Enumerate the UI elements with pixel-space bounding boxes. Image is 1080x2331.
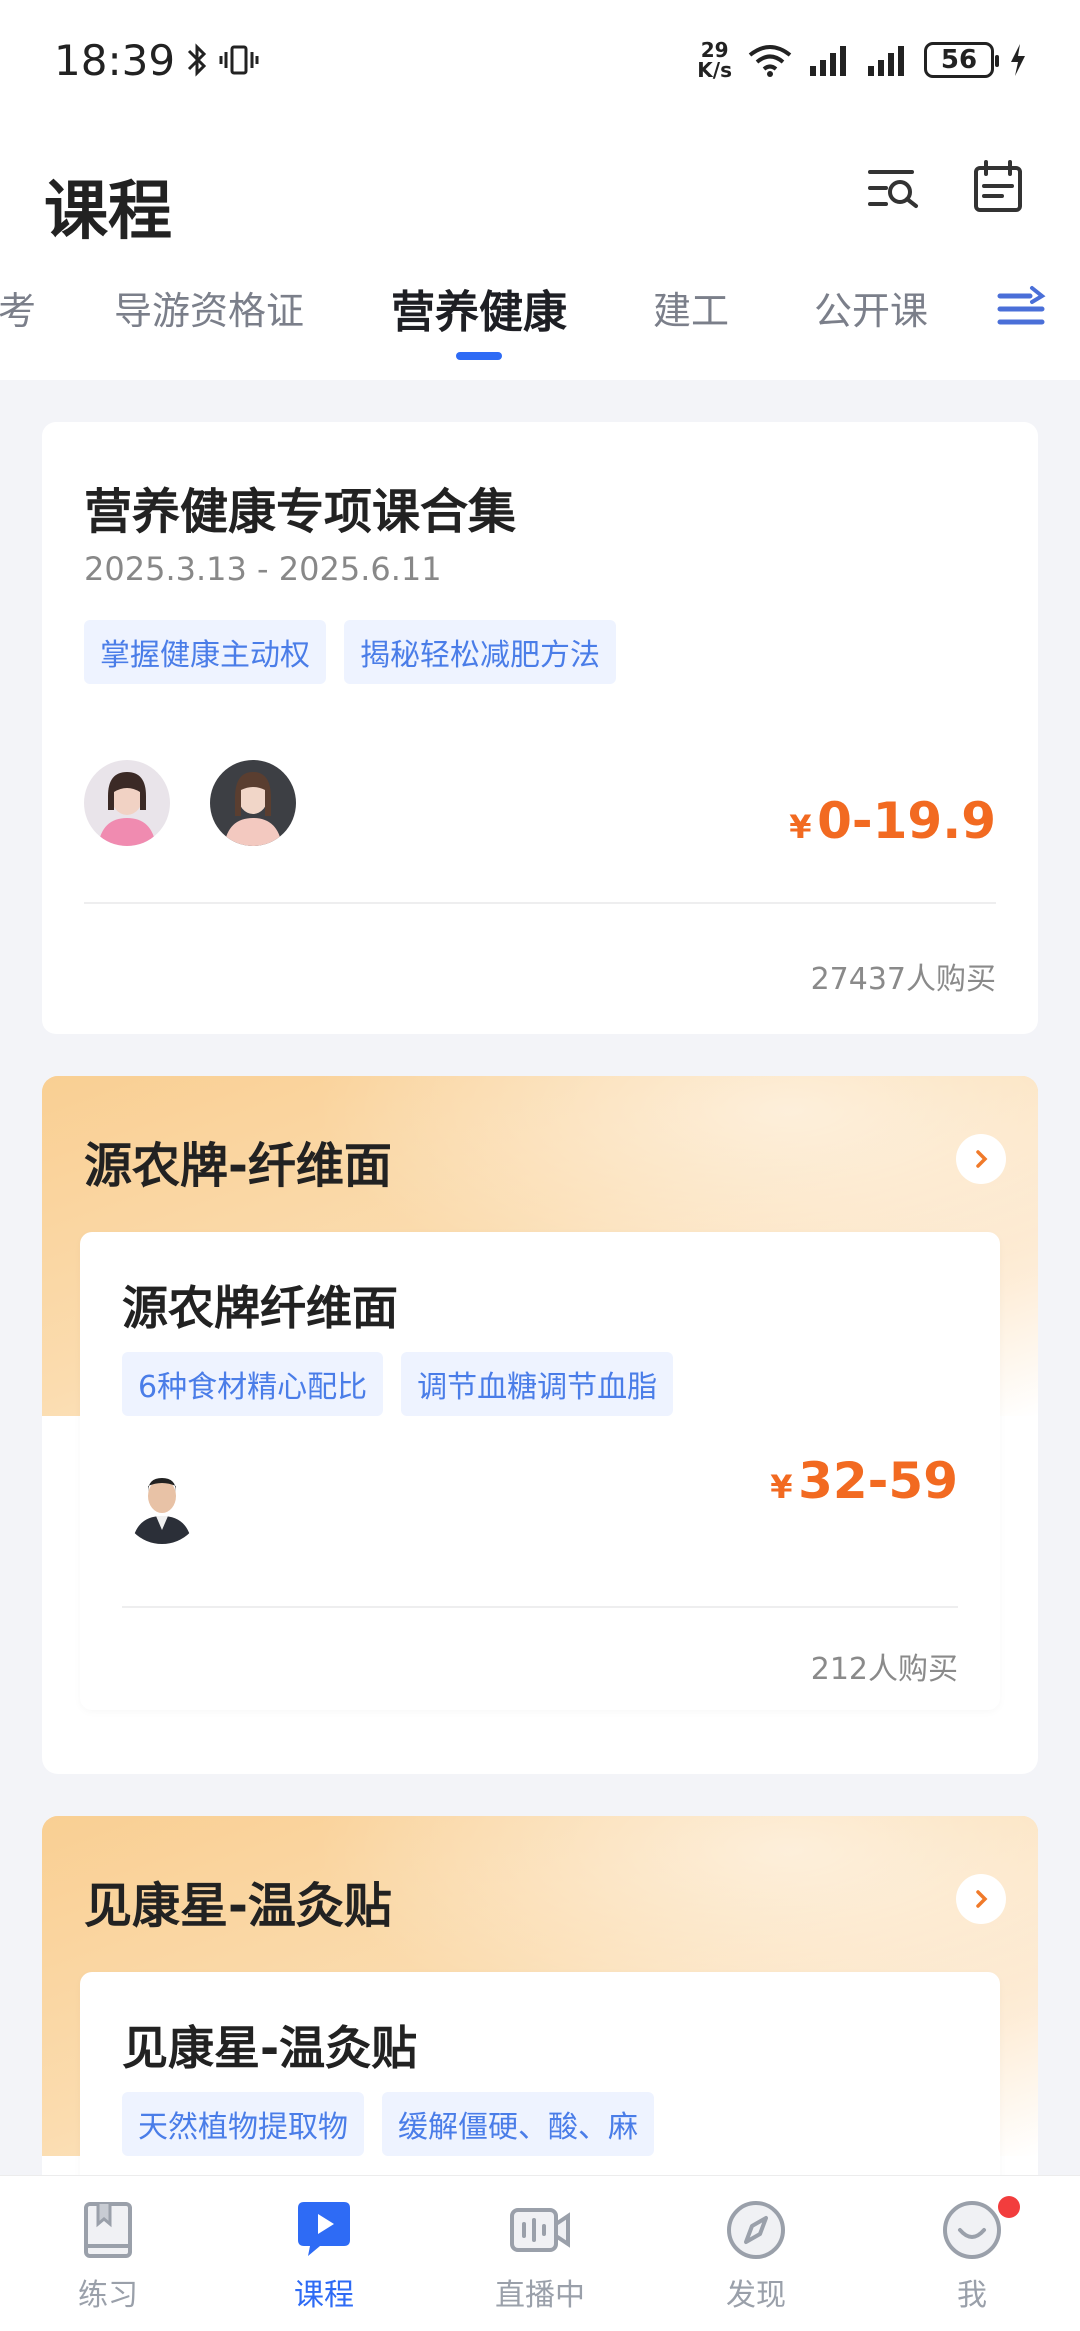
buyer-count: 27437人购买	[810, 962, 996, 997]
nav-label: 直播中	[495, 2278, 585, 2313]
product-card[interactable]: 源农牌纤维面 6种食材精心配比 调节血糖调节血脂 ¥ 32-59 212人购买	[80, 1232, 1000, 1710]
product-tags: 6种食材精心配比 调节血糖调节血脂	[122, 1352, 674, 1416]
nav-label: 发现	[726, 2278, 786, 2313]
compass-icon	[727, 2201, 785, 2259]
product-price: ¥ 32-59	[770, 1452, 958, 1510]
bluetooth-icon	[187, 43, 207, 77]
price-symbol: ¥	[789, 808, 812, 846]
product-tag: 6种食材精心配比	[122, 1352, 384, 1416]
profile-icon	[943, 2201, 1001, 2259]
nav-live[interactable]: 直播中	[470, 2198, 610, 2314]
chevron-right-icon	[976, 1150, 988, 1168]
nav-label: 练习	[78, 2278, 138, 2313]
nav-courses[interactable]: 课程	[254, 2198, 394, 2314]
battery-indicator: 56	[924, 42, 999, 78]
course-date-range: 2025.3.13 - 2025.6.11	[84, 550, 442, 588]
tab-tour-guide[interactable]: 导游资格证	[114, 280, 304, 335]
chevron-right-icon	[976, 1890, 988, 1908]
nav-me[interactable]: 我	[902, 2196, 1042, 2314]
tab-kao[interactable]: 考	[0, 280, 36, 335]
promo-more-button[interactable]	[956, 1874, 1006, 1924]
status-time: 18:39	[54, 35, 176, 85]
promo-title: 源农牌-纤维面	[84, 1138, 392, 1194]
product-tags: 天然植物提取物 缓解僵硬、酸、麻	[122, 2092, 654, 2156]
presenter-avatar	[122, 1464, 202, 1544]
network-speed: 29 K/s	[697, 40, 732, 80]
tab-nutrition-health[interactable]: 营养健康	[391, 276, 567, 340]
course-tag: 揭秘轻松减肥方法	[344, 620, 616, 684]
header: 课程 考 导游资格证 营养健康 建工 公开课	[0, 120, 1080, 380]
search-list-icon[interactable]	[864, 158, 924, 218]
product-tag: 调节血糖调节血脂	[401, 1352, 674, 1416]
charging-icon	[1011, 44, 1025, 76]
product-title: 见康星-温灸贴	[122, 2021, 418, 2075]
net-speed-unit: K/s	[697, 58, 732, 82]
promo-more-button[interactable]	[956, 1134, 1006, 1184]
category-tabs: 考 导游资格证 营养健康 建工 公开课	[0, 270, 1080, 380]
nav-practice[interactable]: 练习	[38, 2198, 178, 2314]
product-title: 源农牌纤维面	[122, 1281, 398, 1335]
product-tag: 缓解僵硬、酸、麻	[382, 2092, 654, 2156]
wifi-icon	[748, 45, 792, 77]
promo-title: 见康星-温灸贴	[84, 1878, 392, 1934]
signal-icon-2	[868, 46, 904, 76]
signal-icon-1	[810, 46, 846, 76]
nav-label: 课程	[294, 2278, 354, 2313]
page-title: 课程	[44, 175, 172, 249]
course-tag: 掌握健康主动权	[84, 620, 326, 684]
price-amount: 0-19.9	[817, 792, 996, 850]
vibrate-icon	[219, 45, 259, 75]
course-title: 营养健康专项课合集	[84, 484, 517, 540]
play-icon	[298, 2202, 350, 2256]
nav-discover[interactable]: 发现	[686, 2198, 826, 2314]
tab-construction[interactable]: 建工	[653, 280, 729, 335]
price-symbol: ¥	[770, 1468, 793, 1506]
product-tag: 天然植物提取物	[122, 2092, 364, 2156]
promo-section-jiankangxing: 见康星-温灸贴 见康星-温灸贴 天然植物提取物 缓解僵硬、酸、麻	[42, 1816, 1038, 2216]
teacher-avatar	[210, 760, 296, 846]
menu-icon[interactable]	[996, 284, 1046, 334]
tab-open-course[interactable]: 公开课	[814, 280, 928, 335]
course-tags: 掌握健康主动权 揭秘轻松减肥方法	[84, 620, 616, 684]
calendar-icon[interactable]	[968, 158, 1028, 218]
tab-indicator	[456, 352, 502, 360]
nav-label: 我	[957, 2278, 987, 2313]
notification-dot	[998, 2196, 1020, 2218]
teacher-avatar	[84, 760, 170, 846]
notebook-icon	[84, 2202, 132, 2258]
card-divider	[84, 902, 996, 904]
bottom-nav: 练习 课程 直播中 发现 我	[0, 2175, 1080, 2331]
battery-level: 56	[940, 45, 978, 75]
card-divider	[122, 1606, 958, 1608]
buyer-count: 212人购买	[810, 1652, 958, 1687]
net-speed-value: 29	[700, 38, 729, 62]
status-left: 18:39	[54, 36, 259, 85]
live-camera-icon	[510, 2208, 570, 2252]
status-bar: 18:39 29 K/s 56	[0, 0, 1080, 120]
price-amount: 32-59	[798, 1452, 958, 1510]
status-right: 29 K/s 56	[697, 40, 1028, 80]
course-card[interactable]: 营养健康专项课合集 2025.3.13 - 2025.6.11 掌握健康主动权 …	[42, 422, 1038, 1034]
promo-section-yuannong: 源农牌-纤维面 源农牌纤维面 6种食材精心配比 调节血糖调节血脂 ¥ 32-59…	[42, 1076, 1038, 1774]
course-price: ¥ 0-19.9	[789, 792, 996, 850]
